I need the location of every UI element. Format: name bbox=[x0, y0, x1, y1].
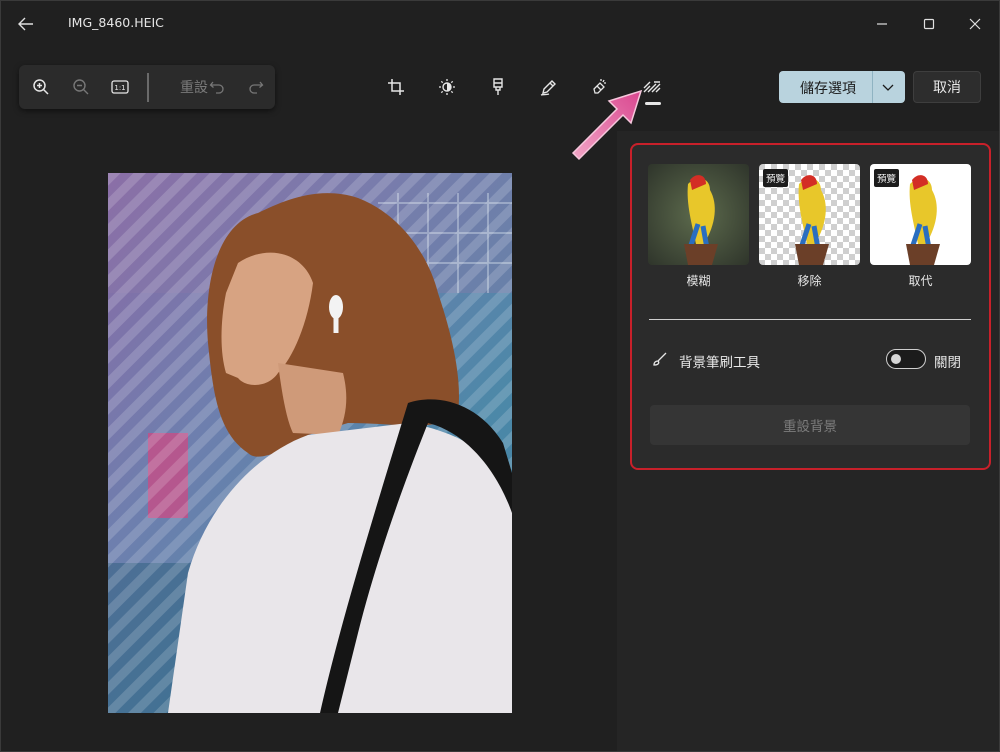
remove-option[interactable]: 預覽 移除 bbox=[759, 164, 860, 289]
background-options-panel: 模糊 預覽 移除 預覽 取代 背景筆刷工具 關閉 重設背景 bbox=[630, 143, 991, 470]
close-icon[interactable] bbox=[964, 13, 986, 35]
remove-label: 移除 bbox=[797, 274, 822, 288]
blur-label: 模糊 bbox=[686, 274, 711, 288]
redo-icon[interactable] bbox=[244, 75, 268, 99]
undo-icon[interactable] bbox=[205, 75, 229, 99]
window-title: IMG_8460.HEIC bbox=[68, 15, 164, 30]
back-arrow-icon[interactable] bbox=[15, 14, 37, 34]
save-options-button[interactable]: 儲存選項 bbox=[779, 71, 905, 103]
reset-button[interactable]: 重設 bbox=[180, 77, 208, 97]
toggle-state-label: 關閉 bbox=[934, 355, 961, 371]
chevron-down-icon[interactable] bbox=[880, 79, 896, 95]
panel-divider bbox=[649, 319, 971, 320]
preview-badge: 預覽 bbox=[874, 169, 900, 187]
toolbar-separator bbox=[147, 73, 149, 102]
blur-thumbnail[interactable] bbox=[648, 164, 749, 265]
brush-icon bbox=[652, 351, 668, 367]
replace-option[interactable]: 預覽 取代 bbox=[870, 164, 971, 289]
brush-tool-toggle[interactable] bbox=[886, 349, 926, 369]
replace-label: 取代 bbox=[908, 274, 933, 288]
remove-thumbnail[interactable]: 預覽 bbox=[759, 164, 860, 265]
background-brush-tool-label: 背景筆刷工具 bbox=[679, 355, 760, 371]
maximize-icon[interactable] bbox=[918, 13, 940, 35]
markup-pen-icon[interactable] bbox=[537, 75, 561, 99]
filter-icon[interactable] bbox=[486, 75, 510, 99]
replace-thumbnail[interactable]: 預覽 bbox=[870, 164, 971, 265]
photos-editor-window: IMG_8460.HEIC 1:1 重設 儲存選項 取消 模糊 預覽 移除 預覽… bbox=[0, 0, 1000, 752]
preview-badge: 預覽 bbox=[763, 169, 789, 187]
blur-option[interactable]: 模糊 bbox=[648, 164, 749, 289]
crop-icon[interactable] bbox=[384, 75, 408, 99]
split-button-divider bbox=[872, 71, 873, 103]
photo-canvas[interactable] bbox=[108, 173, 512, 713]
reset-background-button[interactable]: 重設背景 bbox=[650, 405, 970, 445]
svg-text:1:1: 1:1 bbox=[114, 84, 125, 92]
zoom-out-icon[interactable] bbox=[69, 75, 93, 99]
save-options-label: 儲存選項 bbox=[800, 81, 856, 97]
annotation-arrow-icon bbox=[565, 87, 645, 161]
cancel-button[interactable]: 取消 bbox=[913, 71, 981, 103]
minimize-icon[interactable] bbox=[871, 13, 893, 35]
title-bar: IMG_8460.HEIC bbox=[1, 1, 999, 47]
actual-size-icon[interactable]: 1:1 bbox=[108, 75, 132, 99]
active-tool-indicator bbox=[645, 102, 661, 105]
adjust-brightness-icon[interactable] bbox=[435, 75, 459, 99]
zoom-in-icon[interactable] bbox=[29, 75, 53, 99]
toggle-knob bbox=[891, 354, 901, 364]
zoom-toolbar: 1:1 重設 bbox=[19, 65, 275, 109]
